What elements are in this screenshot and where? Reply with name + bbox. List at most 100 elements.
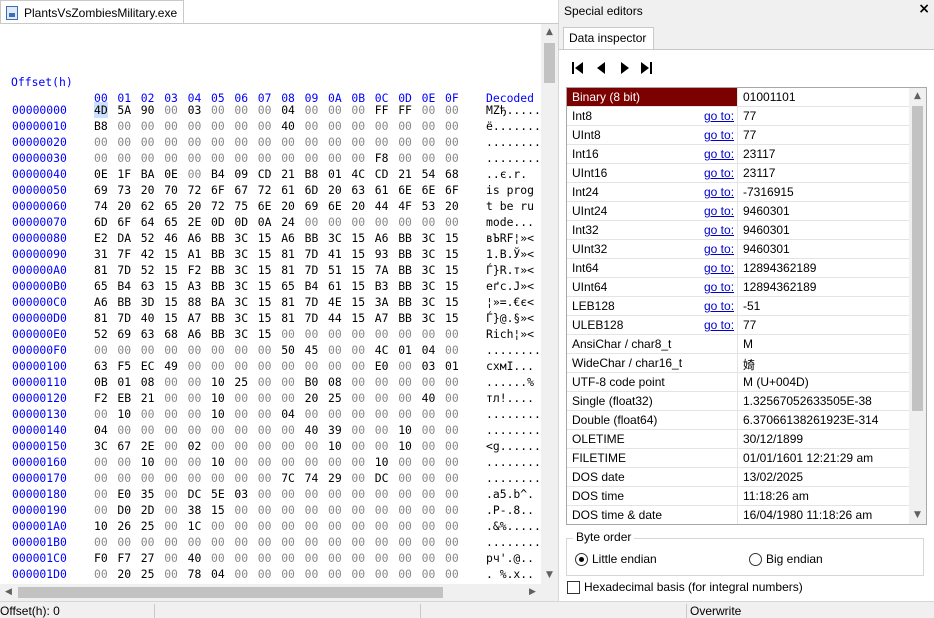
hex-byte[interactable]: 15 xyxy=(351,294,365,310)
hex-byte[interactable]: 03 xyxy=(422,358,436,374)
hex-byte[interactable]: 00 xyxy=(94,502,108,518)
hex-byte[interactable]: 00 xyxy=(398,518,412,534)
hex-byte[interactable]: 00 xyxy=(351,486,365,502)
inspector-row[interactable]: UInt24 go to: 9460301 xyxy=(567,202,926,221)
hex-byte[interactable]: 00 xyxy=(258,454,272,470)
hex-byte[interactable]: 00 xyxy=(305,566,319,582)
inspector-scrollbar[interactable]: ▲ ▼ xyxy=(909,88,926,524)
hex-byte[interactable]: 00 xyxy=(117,134,131,150)
goto-link[interactable]: go to: xyxy=(704,109,734,123)
hex-byte[interactable]: 00 xyxy=(328,118,342,134)
inspector-row[interactable]: UTF-8 code point M (U+004D) xyxy=(567,373,926,392)
hex-byte[interactable]: 00 xyxy=(188,422,202,438)
hex-byte[interactable]: 00 xyxy=(234,550,248,566)
hex-row[interactable]: 00000120 F2 EB 21 00 00 10 00 00 00 20 25 00 00 00 40 00… xyxy=(0,390,541,406)
hex-byte[interactable]: 00 xyxy=(164,534,178,550)
hex-byte[interactable]: 21 xyxy=(141,390,155,406)
inspector-row[interactable]: Double (float64) 6.37066138261923E-314 xyxy=(567,411,926,430)
hex-byte[interactable]: 3C xyxy=(328,230,342,246)
decoded-text[interactable]: ..є.r. xyxy=(486,166,527,182)
hex-byte[interactable]: A1 xyxy=(188,246,202,262)
hex-byte[interactable]: 01 xyxy=(398,342,412,358)
goto-link[interactable]: go to: xyxy=(704,204,734,218)
hex-row[interactable]: 00000050 69 73 20 70 72 6F 67 72 61 6D 20 63 61 6E 6E 6F… xyxy=(0,182,541,198)
hex-byte[interactable]: 00 xyxy=(188,470,202,486)
hex-byte[interactable]: 15 xyxy=(445,246,459,262)
hex-byte[interactable]: 01 xyxy=(117,374,131,390)
hex-byte[interactable]: 74 xyxy=(94,198,108,214)
hex-byte[interactable]: 4F xyxy=(398,198,412,214)
hex-byte[interactable]: A6 xyxy=(188,326,202,342)
hex-byte[interactable]: 00 xyxy=(422,326,436,342)
hex-byte[interactable]: 00 xyxy=(351,438,365,454)
hex-byte[interactable]: 3C xyxy=(234,326,248,342)
hex-byte[interactable]: 00 xyxy=(445,486,459,502)
hex-byte[interactable]: 00 xyxy=(398,150,412,166)
hex-byte[interactable]: 00 xyxy=(351,470,365,486)
hex-byte[interactable]: 65 xyxy=(164,214,178,230)
hex-row[interactable]: 00000000 4D 5A 90 00 03 00 00 00 04 00 00 00 FF FF 00 00… xyxy=(0,102,541,118)
hex-byte[interactable]: 00 xyxy=(351,374,365,390)
hex-byte[interactable]: 00 xyxy=(164,550,178,566)
big-endian-radio[interactable]: Big endian xyxy=(749,552,823,566)
hex-byte[interactable]: F7 xyxy=(117,550,131,566)
hex-byte[interactable]: 15 xyxy=(258,262,272,278)
hex-byte[interactable]: 7D xyxy=(305,310,319,326)
scroll-up-arrow-icon[interactable]: ▲ xyxy=(541,24,558,41)
decoded-text[interactable]: тл!.... xyxy=(486,390,534,406)
hex-row[interactable]: 00000150 3C 67 2E 00 02 00 00 00 00 00 10 00 00 10 00 00… xyxy=(0,438,541,454)
hex-byte[interactable]: D0 xyxy=(117,502,131,518)
hex-byte[interactable]: 00 xyxy=(234,438,248,454)
hex-byte[interactable]: A6 xyxy=(94,294,108,310)
hex-byte[interactable]: 00 xyxy=(164,566,178,582)
hex-byte[interactable]: 61 xyxy=(375,182,389,198)
hex-byte[interactable]: 3C xyxy=(234,230,248,246)
inspector-row[interactable]: OLETIME 30/12/1899 xyxy=(567,430,926,449)
hex-byte[interactable]: 00 xyxy=(305,102,319,118)
hex-byte[interactable]: 27 xyxy=(141,550,155,566)
hex-row[interactable]: 00000080 E2 DA 52 46 A6 BB 3C 15 A6 BB 3C 15 A6 BB 3C 15… xyxy=(0,230,541,246)
hex-byte[interactable]: 61 xyxy=(328,278,342,294)
hex-byte[interactable]: 04 xyxy=(211,566,225,582)
hex-byte[interactable]: 00 xyxy=(258,534,272,550)
hex-byte[interactable]: 00 xyxy=(258,134,272,150)
hex-row[interactable]: 000000E0 52 69 63 68 A6 BB 3C 15 00 00 00 00 00 00 00 00… xyxy=(0,326,541,342)
goto-link[interactable]: go to: xyxy=(704,147,734,161)
hex-byte[interactable]: 00 xyxy=(281,502,295,518)
hex-byte[interactable]: 73 xyxy=(117,182,131,198)
hex-byte[interactable]: 00 xyxy=(281,358,295,374)
hex-byte[interactable]: 20 xyxy=(141,182,155,198)
decoded-text[interactable]: <g...... xyxy=(486,438,541,454)
hex-byte[interactable]: 00 xyxy=(375,390,389,406)
hex-byte[interactable]: 3C xyxy=(422,246,436,262)
hex-byte[interactable]: 0D xyxy=(211,214,225,230)
hex-byte[interactable]: 93 xyxy=(375,246,389,262)
hex-byte[interactable]: 65 xyxy=(281,278,295,294)
hex-byte[interactable]: 44 xyxy=(375,198,389,214)
hex-byte[interactable]: 10 xyxy=(398,438,412,454)
hex-byte[interactable]: 38 xyxy=(188,502,202,518)
hex-byte[interactable]: CD xyxy=(258,166,272,182)
hex-byte[interactable]: 50 xyxy=(281,342,295,358)
inspector-value[interactable]: 11:18:26 am xyxy=(743,489,809,503)
hex-byte[interactable]: A7 xyxy=(375,310,389,326)
decoded-text[interactable]: ........ xyxy=(486,454,541,470)
inspector-value[interactable]: -51 xyxy=(743,299,760,313)
decoded-text[interactable]: ........ xyxy=(486,406,541,422)
hex-byte[interactable]: 10 xyxy=(211,390,225,406)
hex-byte[interactable]: 00 xyxy=(234,342,248,358)
hex-byte[interactable]: 69 xyxy=(117,326,131,342)
hex-byte[interactable]: BB xyxy=(211,310,225,326)
horizontal-scroll-thumb[interactable] xyxy=(18,587,443,598)
hex-byte[interactable]: 00 xyxy=(281,534,295,550)
hex-byte[interactable]: 65 xyxy=(164,198,178,214)
hex-byte[interactable]: 00 xyxy=(188,406,202,422)
hex-byte[interactable]: 15 xyxy=(258,246,272,262)
hex-byte[interactable]: 00 xyxy=(164,518,178,534)
hex-byte[interactable]: 40 xyxy=(422,390,436,406)
inspector-value[interactable]: 77 xyxy=(743,128,756,142)
inspector-value[interactable]: 12894362189 xyxy=(743,261,816,275)
hex-byte[interactable]: 00 xyxy=(188,118,202,134)
hex-byte[interactable]: 2E xyxy=(141,438,155,454)
hex-byte[interactable]: 00 xyxy=(234,134,248,150)
